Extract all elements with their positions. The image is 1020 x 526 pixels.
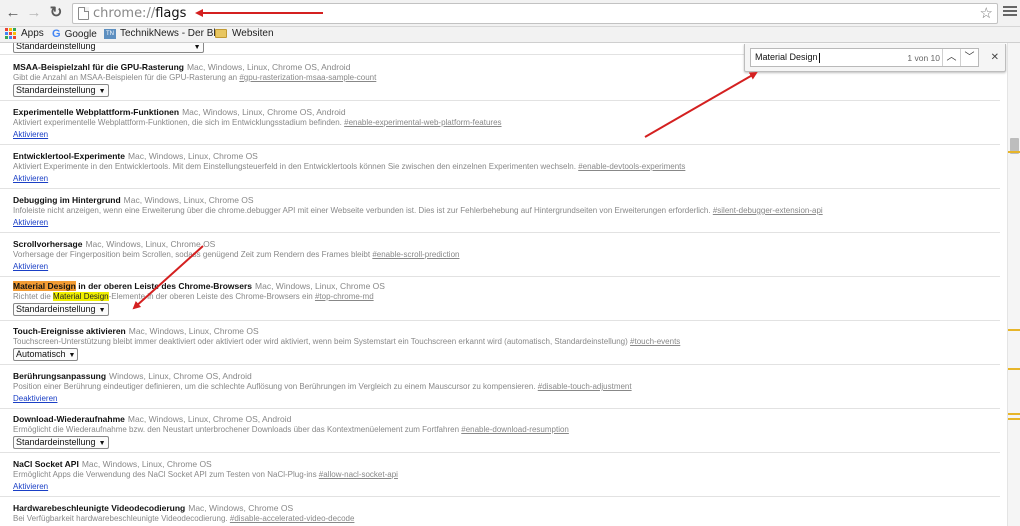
flag-anchor-link[interactable]: #enable-devtools-experiments <box>578 162 685 171</box>
flag-anchor-link[interactable]: #gpu-rasterization-msaa-sample-count <box>239 73 376 82</box>
flag-toggle-link[interactable]: Aktivieren <box>13 482 993 491</box>
flag-platforms: Mac, Windows, Linux, Chrome OS <box>128 326 259 336</box>
url-text[interactable]: chrome://flags <box>93 6 186 21</box>
find-match-marker <box>1008 329 1020 331</box>
flag-description: Bei Verfügbarkeit hardwarebeschleunigte … <box>13 514 355 523</box>
find-current-match: Material Design <box>13 281 76 291</box>
flag-title: Berührungsanpassung Windows, Linux, Chrom… <box>13 371 252 381</box>
flag-item: Touch-Ereignisse aktivieren Mac, Windows,… <box>0 321 1000 365</box>
flag-title: Scrollvorhersage Mac, Windows, Linux, Chr… <box>13 239 216 249</box>
flag-anchor-link[interactable]: #silent-debugger-extension-api <box>713 206 823 215</box>
bookmark-techniknews[interactable]: TN TechnikNews - Der Bl <box>104 28 216 39</box>
flag-platforms: Mac, Windows, Linux, Chrome OS, Android <box>127 414 292 424</box>
browser-toolbar: ← → ↻ chrome://flags ☆ <box>0 0 1020 27</box>
flag-title: Download-Wiederaufnahme Mac, Windows, Lin… <box>13 414 292 424</box>
flag-title: Debugging im Hintergrund Mac, Windows, Li… <box>13 195 254 205</box>
chevron-up-icon[interactable]: ︿ <box>942 49 960 66</box>
flag-title: Entwicklertool-Experimente Mac, Windows, … <box>13 151 258 161</box>
flag-description: Ermöglicht Apps die Verwendung des NaCl … <box>13 470 398 479</box>
hamburger-menu-icon[interactable] <box>1003 6 1017 20</box>
flag-description: Aktiviert experimentelle Webplattform-Fu… <box>13 118 502 127</box>
find-match-marker <box>1008 151 1020 153</box>
flag-toggle-link[interactable]: Deaktivieren <box>13 394 993 403</box>
chevron-down-icon[interactable]: ﹀ <box>960 49 978 66</box>
flag-platforms: Mac, Windows, Linux, Chrome OS <box>123 195 254 205</box>
flag-title: Experimentelle Webplattform-Funktionen Ma… <box>13 107 346 117</box>
flag-item: Scrollvorhersage Mac, Windows, Linux, Chr… <box>0 233 1000 277</box>
flag-anchor-link[interactable]: #enable-experimental-web-platform-featur… <box>344 118 501 127</box>
flag-title: Hardwarebeschleunigte Videodecodierung Ma… <box>13 503 294 513</box>
find-result-count: 1 von 10 <box>907 53 940 63</box>
flag-item: Experimentelle Webplattform-Funktionen Ma… <box>0 101 1000 145</box>
flag-item: Berührungsanpassung Windows, Linux, Chrom… <box>0 365 1000 409</box>
close-icon[interactable]: ✕ <box>991 52 999 63</box>
flag-toggle-link[interactable]: Aktivieren <box>13 218 993 227</box>
flag-anchor-link[interactable]: #disable-touch-adjustment <box>538 382 632 391</box>
flag-item-material-design: Material Design in der oberen Leiste des… <box>0 277 1000 321</box>
flag-anchor-link[interactable]: #allow-nacl-socket-api <box>319 470 398 479</box>
flag-platforms: Mac, Windows, Linux, Chrome OS, Android <box>186 62 351 72</box>
folder-icon <box>215 29 227 38</box>
flag-anchor-link[interactable]: #touch-events <box>630 337 680 346</box>
find-match-marker <box>1008 413 1020 415</box>
flag-select[interactable]: Standardeinstellung ▼ <box>13 436 109 449</box>
flag-platforms: Mac, Windows, Linux, Chrome OS <box>255 281 385 291</box>
flag-description: Infoleiste nicht anzeigen, wenn eine Erw… <box>13 206 823 215</box>
reload-icon[interactable]: ↻ <box>47 4 65 22</box>
bookmark-folder-websiten[interactable]: Websiten <box>215 28 274 39</box>
flag-select[interactable]: Standardeinstellung ▼ <box>13 303 109 316</box>
flag-item: NaCl Socket API Mac, Windows, Linux, Chro… <box>0 453 1000 497</box>
page-icon <box>78 7 89 20</box>
flag-description: Richtet die Material Design-Elemente in … <box>13 292 374 301</box>
flag-title: Material Design in der oberen Leiste des… <box>13 281 385 291</box>
flag-platforms: Mac, Windows, Linux, Chrome OS, Android <box>182 107 346 117</box>
flag-select[interactable]: Standardeinstellung ▼ <box>13 43 204 53</box>
flag-toggle-link[interactable]: Aktivieren <box>13 262 993 271</box>
technik-news-icon: TN <box>104 28 116 39</box>
flag-description: Position einer Berührung eindeutiger def… <box>13 382 632 391</box>
google-icon: G <box>52 28 61 40</box>
flag-platforms: Mac, Windows, Chrome OS <box>188 503 294 513</box>
address-bar[interactable]: chrome://flags ☆ <box>72 3 998 24</box>
flag-platforms: Mac, Windows, Linux, Chrome OS <box>85 239 216 249</box>
flag-description: Vorhersage der Fingerposition beim Scrol… <box>13 250 460 259</box>
vertical-scrollbar[interactable] <box>1007 43 1020 526</box>
forward-arrow-icon[interactable]: → <box>25 4 43 22</box>
flag-platforms: Mac, Windows, Linux, Chrome OS <box>81 459 212 469</box>
flag-toggle-link[interactable]: Aktivieren <box>13 174 993 183</box>
flag-item: Hardwarebeschleunigte Videodecodierung Ma… <box>0 497 1000 526</box>
find-match-marker <box>1008 418 1020 420</box>
find-input[interactable]: Material Design 1 von 10 ︿ ﹀ <box>750 48 979 67</box>
bookmark-star-icon[interactable]: ☆ <box>980 4 993 22</box>
flag-item: Download-Wiederaufnahme Mac, Windows, Lin… <box>0 409 1000 453</box>
flag-title: NaCl Socket API Mac, Windows, Linux, Chro… <box>13 459 212 469</box>
find-bar: Material Design 1 von 10 ︿ ﹀ ✕ <box>744 44 1006 72</box>
flag-description: Touchscreen-Unterstützung bleibt immer d… <box>13 337 681 346</box>
flag-item: Debugging im Hintergrund Mac, Windows, Li… <box>0 189 1000 233</box>
flag-platforms: Mac, Windows, Linux, Chrome OS <box>127 151 258 161</box>
bookmarks-bar: Apps G Google TN TechnikNews - Der Bl We… <box>0 27 1020 43</box>
flag-anchor-link[interactable]: #disable-accelerated-video-decode <box>230 514 355 523</box>
flag-select[interactable]: Standardeinstellung ▼ <box>13 84 109 97</box>
bookmark-apps[interactable]: Apps <box>5 28 44 39</box>
flag-description: Ermöglicht die Wiederaufnahme bzw. den N… <box>13 425 569 434</box>
flag-platforms: Windows, Linux, Chrome OS, Android <box>109 371 252 381</box>
flag-anchor-link[interactable]: #top-chrome-md <box>315 292 374 301</box>
bookmark-google[interactable]: G Google <box>52 28 97 40</box>
apps-grid-icon <box>5 28 16 39</box>
flag-anchor-link[interactable]: #enable-download-resumption <box>461 425 569 434</box>
find-match: Material Design <box>53 292 109 301</box>
flag-title: Touch-Ereignisse aktivieren Mac, Windows,… <box>13 326 259 336</box>
flag-toggle-link[interactable]: Aktivieren <box>13 130 993 139</box>
flag-description: Gibt die Anzahl an MSAA-Beispielen für d… <box>13 73 377 82</box>
back-arrow-icon[interactable]: ← <box>4 4 22 22</box>
flag-item: Entwicklertool-Experimente Mac, Windows, … <box>0 145 1000 189</box>
flag-select[interactable]: Automatisch ▼ <box>13 348 79 361</box>
flag-description: Aktiviert Experimente in den Entwicklert… <box>13 162 686 171</box>
flag-anchor-link[interactable]: #enable-scroll-prediction <box>372 250 459 259</box>
flags-list: Standardeinstellung ▼ MSAA-Beispielzahl f… <box>0 43 1007 526</box>
find-match-marker <box>1008 368 1020 370</box>
